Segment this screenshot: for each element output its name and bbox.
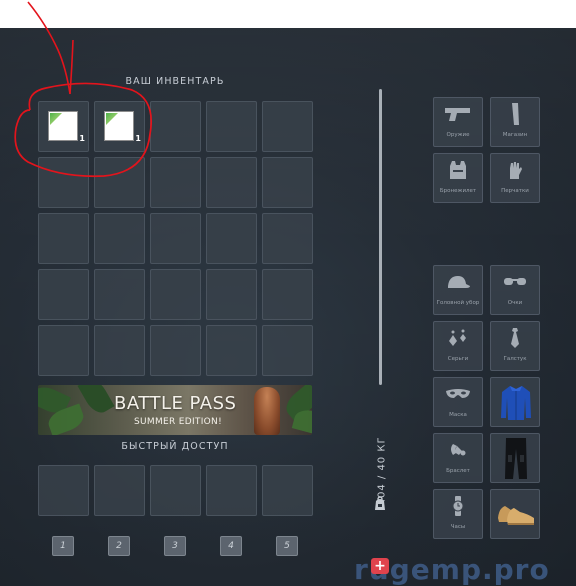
item-count: 1: [135, 134, 141, 143]
black-pants-icon: [505, 438, 527, 479]
slot-label: Маска: [449, 412, 467, 418]
quick-slot[interactable]: [94, 465, 145, 516]
banner-character: [254, 387, 280, 435]
mask-icon: [446, 389, 470, 398]
inventory-slot[interactable]: [94, 213, 145, 264]
earrings-slot[interactable]: Серьги: [433, 321, 483, 371]
battle-pass-subtitle: SUMMER EDITION!: [134, 417, 222, 427]
inventory-slot[interactable]: [206, 213, 257, 264]
inventory-slot[interactable]: [150, 269, 201, 320]
slot-label: Перчатки: [501, 188, 529, 194]
inventory-grid: 11: [38, 101, 313, 376]
bracelet-icon: [451, 444, 466, 456]
inventory-slot[interactable]: [38, 213, 89, 264]
hotkey-3[interactable]: 3: [164, 536, 186, 556]
slot-label: Серьги: [447, 356, 469, 362]
inventory-slot[interactable]: [38, 269, 89, 320]
inventory-slot[interactable]: [262, 213, 313, 264]
inventory-slot[interactable]: 1: [38, 101, 89, 152]
quick-slot[interactable]: [38, 465, 89, 516]
inventory-screen: ВАШ ИНВЕНТАРЬ 11 BATTLE PASS SUMMER EDIT…: [0, 28, 576, 586]
inventory-slot[interactable]: [38, 325, 89, 376]
hotkey-5[interactable]: 5: [276, 536, 298, 556]
magazine-icon: [512, 103, 519, 125]
inventory-slot[interactable]: [150, 213, 201, 264]
vest-slot[interactable]: Бронежилет: [433, 153, 483, 203]
slot-label: Галстук: [503, 356, 527, 362]
shoes-slot[interactable]: [490, 489, 540, 539]
inventory-slot[interactable]: [262, 269, 313, 320]
hotkey-4[interactable]: 4: [220, 536, 242, 556]
inventory-slot[interactable]: 1: [94, 101, 145, 152]
tie-slot[interactable]: Галстук: [490, 321, 540, 371]
inventory-slot[interactable]: [150, 101, 201, 152]
leaf-decoration: [77, 385, 115, 418]
gloves-icon: [510, 162, 522, 179]
inventory-slot[interactable]: [94, 325, 145, 376]
broken-image-icon: [48, 111, 78, 141]
broken-image-icon: [104, 111, 134, 141]
mask-slot[interactable]: Маска: [433, 377, 483, 427]
pistol-icon: [445, 108, 470, 121]
jacket-slot[interactable]: [490, 377, 540, 427]
weapon-slot[interactable]: Оружие: [433, 97, 483, 147]
inventory-slot[interactable]: [150, 157, 201, 208]
vest-icon: [450, 161, 466, 179]
quick-slot[interactable]: [150, 465, 201, 516]
slot-label: Браслет: [446, 468, 470, 474]
slot-label: Магазин: [502, 132, 528, 138]
watch-slot[interactable]: Часы: [433, 489, 483, 539]
inventory-slot[interactable]: [206, 101, 257, 152]
quick-slot[interactable]: [262, 465, 313, 516]
blue-jacket-icon: [501, 386, 531, 420]
slot-label: Головной убор: [436, 300, 480, 306]
slot-label: Очки: [507, 300, 523, 306]
inventory-slot[interactable]: [38, 157, 89, 208]
brown-shoes-icon: [498, 506, 534, 525]
battle-pass-banner[interactable]: BATTLE PASS SUMMER EDITION!: [38, 385, 312, 435]
quick-access-title: БЫСТРЫЙ ДОСТУП: [121, 441, 229, 452]
cap-icon: [448, 276, 470, 288]
slot-label: Часы: [450, 524, 466, 530]
earrings-icon: [449, 329, 466, 346]
slot-label: Оружие: [446, 132, 470, 138]
tie-icon: [511, 328, 519, 348]
hotkey-2[interactable]: 2: [108, 536, 130, 556]
weight-icon: [375, 496, 385, 510]
inventory-slot[interactable]: [262, 101, 313, 152]
inventory-slot[interactable]: [262, 157, 313, 208]
inventory-slot[interactable]: [94, 269, 145, 320]
inventory-slot[interactable]: [206, 269, 257, 320]
glasses-slot[interactable]: Очки: [490, 265, 540, 315]
inventory-slot[interactable]: [150, 325, 201, 376]
battle-pass-title: BATTLE PASS: [114, 393, 237, 414]
quick-access-grid: [38, 465, 313, 516]
magazine-slot[interactable]: Магазин: [490, 97, 540, 147]
gloves-slot[interactable]: Перчатки: [490, 153, 540, 203]
inventory-title: ВАШ ИНВЕНТАРЬ: [125, 76, 225, 87]
inventory-slot[interactable]: [262, 325, 313, 376]
slot-label: Бронежилет: [439, 188, 477, 194]
glasses-icon: [504, 278, 526, 285]
hotkey-1[interactable]: 1: [52, 536, 74, 556]
inventory-slot[interactable]: [206, 325, 257, 376]
pants-slot[interactable]: [490, 433, 540, 483]
quick-slot[interactable]: [206, 465, 257, 516]
watch-icon: [452, 496, 464, 516]
inventory-slot[interactable]: [94, 157, 145, 208]
plus-button[interactable]: +: [371, 558, 389, 574]
hat-slot[interactable]: Головной убор: [433, 265, 483, 315]
bracelet-slot[interactable]: Браслет: [433, 433, 483, 483]
inventory-slot[interactable]: [206, 157, 257, 208]
weight-bar: [379, 89, 382, 385]
item-count: 1: [79, 134, 85, 143]
